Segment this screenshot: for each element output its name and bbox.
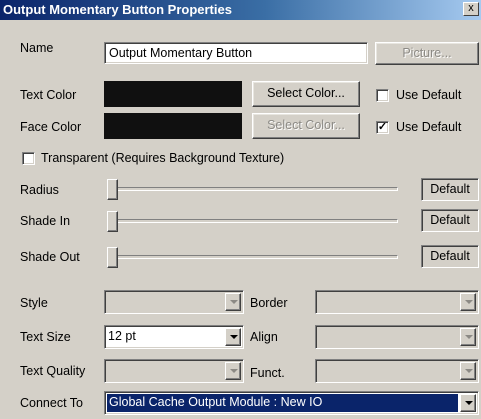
face-color-use-default-checkbox[interactable]: ✓ bbox=[376, 121, 389, 134]
shade-out-slider-thumb[interactable] bbox=[107, 247, 118, 268]
connect-to-dropdown[interactable]: Global Cache Output Module : New IO bbox=[104, 391, 479, 415]
text-quality-dropdown[interactable] bbox=[104, 359, 244, 383]
shade-out-default-button[interactable]: Default bbox=[421, 245, 479, 268]
face-color-use-default-label: Use Default bbox=[396, 120, 462, 134]
face-color-label: Face Color bbox=[20, 120, 82, 134]
close-button[interactable]: x bbox=[463, 2, 479, 16]
radius-slider-thumb[interactable] bbox=[107, 179, 118, 200]
text-quality-label: Text Quality bbox=[20, 364, 86, 378]
radius-default-button[interactable]: Default bbox=[421, 178, 479, 201]
text-color-use-default-label: Use Default bbox=[396, 88, 462, 102]
shade-in-default-button[interactable]: Default bbox=[421, 209, 479, 232]
chevron-down-icon[interactable] bbox=[225, 328, 241, 346]
text-size-value: 12 pt bbox=[108, 329, 136, 343]
name-label: Name bbox=[20, 41, 54, 55]
chevron-down-icon[interactable] bbox=[225, 362, 241, 380]
text-size-label: Text Size bbox=[20, 330, 71, 344]
connect-to-value: Global Cache Output Module : New IO bbox=[107, 394, 458, 412]
align-dropdown[interactable] bbox=[315, 325, 479, 349]
close-icon: x bbox=[468, 2, 474, 14]
connect-to-label: Connect To bbox=[20, 396, 84, 410]
picture-button[interactable]: Picture... bbox=[375, 42, 479, 65]
radius-slider-track[interactable] bbox=[108, 187, 398, 191]
face-color-select-button[interactable]: Select Color... bbox=[252, 113, 360, 139]
funct-label: Funct. bbox=[250, 366, 285, 380]
shade-in-slider-track[interactable] bbox=[108, 219, 398, 223]
text-color-use-default-checkbox[interactable] bbox=[376, 89, 389, 102]
name-field[interactable]: Output Momentary Button bbox=[104, 42, 368, 64]
funct-dropdown[interactable] bbox=[315, 359, 479, 383]
border-label: Border bbox=[250, 296, 288, 310]
chevron-down-icon[interactable] bbox=[460, 328, 476, 346]
transparent-checkbox[interactable] bbox=[22, 152, 35, 165]
shade-in-label: Shade In bbox=[20, 214, 71, 228]
shade-out-slider-track[interactable] bbox=[108, 255, 398, 259]
style-label: Style bbox=[20, 296, 48, 310]
style-dropdown[interactable] bbox=[104, 290, 244, 314]
window-title: Output Momentary Button Properties bbox=[3, 2, 232, 17]
radius-label: Radius bbox=[20, 183, 59, 197]
check-icon: ✓ bbox=[377, 121, 388, 133]
border-dropdown[interactable] bbox=[315, 290, 479, 314]
shade-out-label: Shade Out bbox=[20, 250, 80, 264]
chevron-down-icon[interactable] bbox=[460, 293, 476, 311]
shade-in-slider-thumb[interactable] bbox=[107, 211, 118, 232]
text-color-label: Text Color bbox=[20, 88, 77, 102]
text-color-select-button[interactable]: Select Color... bbox=[252, 81, 360, 107]
chevron-down-icon[interactable] bbox=[460, 362, 476, 380]
face-color-swatch bbox=[104, 113, 242, 139]
align-label: Align bbox=[250, 330, 278, 344]
text-size-dropdown[interactable]: 12 pt bbox=[104, 325, 244, 349]
chevron-down-icon[interactable] bbox=[460, 394, 476, 412]
text-color-swatch bbox=[104, 81, 242, 107]
transparent-label: Transparent (Requires Background Texture… bbox=[41, 151, 285, 165]
chevron-down-icon[interactable] bbox=[225, 293, 241, 311]
title-bar[interactable]: Output Momentary Button Properties x bbox=[0, 0, 481, 20]
